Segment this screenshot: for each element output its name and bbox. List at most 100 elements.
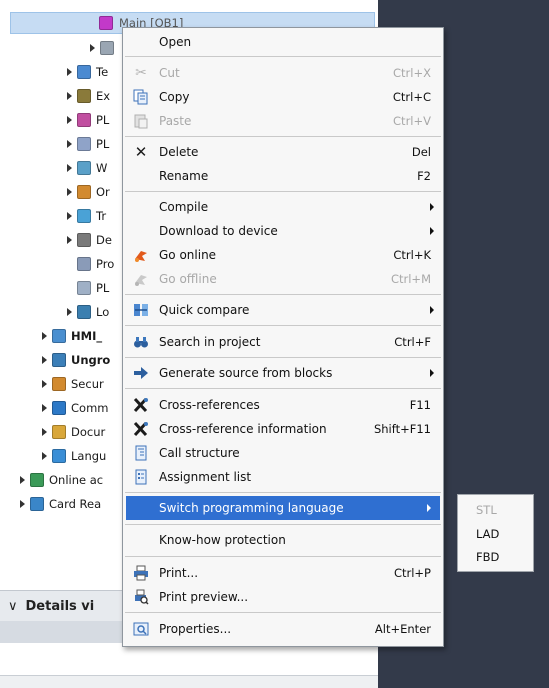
tree-row[interactable]: Te <box>67 61 108 83</box>
menu-item-compile[interactable]: Compile <box>123 195 443 219</box>
menu-item-delete[interactable]: ✕ Delete Del <box>123 140 443 164</box>
expand-arrow-icon[interactable] <box>90 44 95 52</box>
tree-row[interactable]: Docur <box>42 421 105 443</box>
submenu-arrow-icon <box>430 306 434 314</box>
menu-item-label: Cross-reference information <box>159 422 327 436</box>
shortcut-label: Ctrl+C <box>392 90 431 104</box>
expand-arrow-icon[interactable] <box>67 212 72 220</box>
submenu-item-label: STL <box>476 503 497 517</box>
tree-row[interactable]: PL <box>67 133 109 155</box>
copy-icon <box>133 89 149 105</box>
submenu-arrow-icon <box>427 504 431 512</box>
tree-row[interactable]: Ungro <box>42 349 110 371</box>
menu-item-copy[interactable]: Copy Ctrl+C <box>123 85 443 109</box>
menu-item-open[interactable]: Open <box>123 30 443 54</box>
menu-item-label: Call structure <box>159 446 240 460</box>
tree-row-label: Card Rea <box>49 497 102 511</box>
expand-arrow-icon[interactable] <box>20 500 25 508</box>
tree-row[interactable]: PL <box>77 277 109 299</box>
menu-item-search-in-project[interactable]: Search in project Ctrl+F <box>123 330 443 354</box>
menu-item-cross-reference-information[interactable]: Cross-reference information Shift+F11 <box>123 417 443 441</box>
menu-item-label: Rename <box>159 169 209 183</box>
expand-arrow-icon[interactable] <box>42 356 47 364</box>
expand-arrow-icon[interactable] <box>67 116 72 124</box>
expand-arrow-icon[interactable] <box>20 476 25 484</box>
menu-item-paste[interactable]: Paste Ctrl+V <box>123 109 443 133</box>
menu-item-label: Open <box>159 35 192 49</box>
expand-arrow-icon[interactable] <box>67 92 72 100</box>
shortcut-label: Ctrl+X <box>393 66 431 80</box>
security-settings-icon <box>52 377 66 391</box>
submenu-item-stl[interactable]: STL <box>458 499 533 521</box>
tree-row[interactable]: Or <box>67 181 110 203</box>
menu-item-cross-references[interactable]: Cross-references F11 <box>123 393 443 417</box>
expand-arrow-icon[interactable] <box>67 164 72 172</box>
cross-reference-icon <box>133 397 149 413</box>
menu-item-rename[interactable]: Rename F2 <box>123 164 443 188</box>
expand-arrow-icon[interactable] <box>42 452 47 460</box>
submenu-item-lad[interactable]: LAD <box>458 523 533 545</box>
menu-item-cut[interactable]: ✂ Cut Ctrl+X <box>123 61 443 85</box>
menu-item-label: Paste <box>159 114 192 128</box>
binoculars-icon <box>133 334 149 350</box>
tree-row-label: Ungro <box>71 353 111 367</box>
menu-item-go-online[interactable]: Go online Ctrl+K <box>123 243 443 267</box>
block-icon <box>99 16 113 30</box>
online-access-icon <box>30 473 44 487</box>
expand-arrow-icon[interactable] <box>42 332 47 340</box>
properties-icon <box>133 621 149 637</box>
menu-item-switch-programming-language[interactable]: Switch programming language <box>126 496 440 520</box>
menu-item-assignment-list[interactable]: Assignment list <box>123 465 443 489</box>
tree-row-label: Or <box>96 185 110 199</box>
menu-item-know-how-protection[interactable]: Know-how protection <box>123 528 443 552</box>
tree-row[interactable]: Tr <box>67 205 106 227</box>
tree-row[interactable]: Secur <box>42 373 104 395</box>
tree-row[interactable]: Lo <box>67 301 109 323</box>
device-proxy-icon <box>77 233 91 247</box>
menu-separator <box>125 492 441 493</box>
submenu-item-fbd[interactable]: FBD <box>458 546 533 568</box>
menu-item-print-preview[interactable]: Print preview... <box>123 585 443 609</box>
menu-item-print[interactable]: Print... Ctrl+P <box>123 561 443 585</box>
expand-arrow-icon[interactable] <box>67 308 72 316</box>
expand-arrow-icon[interactable] <box>67 68 72 76</box>
tree-row-label: PL <box>96 137 110 151</box>
menu-item-go-offline[interactable]: Go offline Ctrl+M <box>123 267 443 291</box>
expand-arrow-icon[interactable] <box>67 236 72 244</box>
tree-row[interactable]: Comm <box>42 397 108 419</box>
tree-row-label: De <box>96 233 112 247</box>
plc-types-icon <box>77 137 91 151</box>
expand-arrow-icon[interactable] <box>67 188 72 196</box>
tree-row-label: Online ac <box>49 473 104 487</box>
call-structure-icon <box>133 445 149 461</box>
tree-row[interactable]: Pro <box>77 253 114 275</box>
tree-row-label: HMI_ <box>71 329 103 343</box>
shortcut-label: Del <box>411 145 431 159</box>
tree-row[interactable]: De <box>67 229 112 251</box>
expand-arrow-icon[interactable] <box>42 428 47 436</box>
menu-item-generate-source[interactable]: Generate source from blocks <box>123 361 443 385</box>
menu-separator <box>125 325 441 326</box>
assignment-list-icon <box>133 469 149 485</box>
submenu-item-label: LAD <box>476 527 500 541</box>
tree-row[interactable]: Ex <box>67 85 110 107</box>
expand-arrow-icon[interactable] <box>42 380 47 388</box>
expand-arrow-icon[interactable] <box>67 140 72 148</box>
traces-icon <box>77 209 91 223</box>
tree-row[interactable]: W <box>67 157 107 179</box>
tree-row[interactable]: Online ac <box>20 469 103 491</box>
tree-row[interactable]: Card Rea <box>20 493 101 515</box>
menu-item-call-structure[interactable]: Call structure <box>123 441 443 465</box>
shortcut-label: F11 <box>409 398 431 412</box>
menu-item-download-to-device[interactable]: Download to device <box>123 219 443 243</box>
context-menu: Open ✂ Cut Ctrl+X Copy Ctrl+C Paste Ctrl… <box>122 27 444 647</box>
expand-arrow-icon[interactable] <box>42 404 47 412</box>
tree-row[interactable] <box>90 37 119 59</box>
menu-item-properties[interactable]: Properties... Alt+Enter <box>123 617 443 641</box>
menu-item-quick-compare[interactable]: Quick compare <box>123 298 443 322</box>
chevron-down-icon[interactable]: ∨ <box>8 599 18 614</box>
tree-row[interactable]: Langu <box>42 445 106 467</box>
menu-item-label: Switch programming language <box>159 501 344 515</box>
tree-row[interactable]: HMI_ <box>42 325 102 347</box>
tree-row[interactable]: PL <box>67 109 109 131</box>
